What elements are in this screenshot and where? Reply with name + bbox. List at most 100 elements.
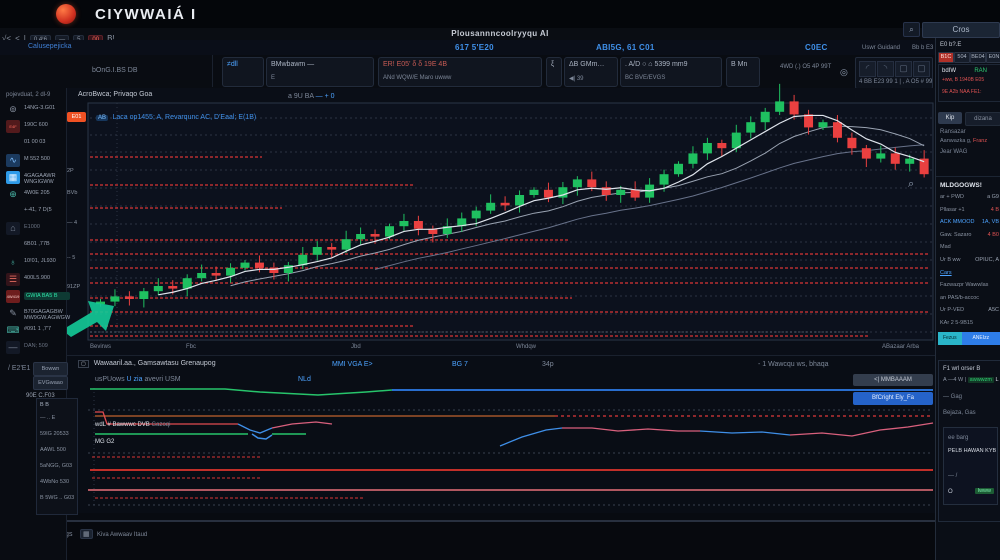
toolbar-group-6[interactable]: B Mn bbox=[726, 57, 760, 87]
rp-badge-1[interactable]: 504 bbox=[954, 52, 970, 63]
ob-l2: PELB HAWAN KYB bbox=[948, 448, 996, 454]
rp-row-label-1[interactable]: Pllasar +1 bbox=[940, 207, 965, 213]
rp-row-label-2[interactable]: ACK MMOOD bbox=[940, 219, 975, 225]
status-badge-icon[interactable]: ▦ bbox=[80, 529, 93, 539]
subpanel-row-5[interactable]: B 5WG .. G03 bbox=[40, 495, 76, 501]
search-icon[interactable]: ⌕ bbox=[903, 22, 920, 37]
sidebar-item-2[interactable]: 01 00 03 bbox=[0, 136, 66, 152]
sidebar-value-1: 190C 600 bbox=[24, 122, 66, 128]
progress-right: ANEIzz bbox=[962, 332, 1000, 345]
indicator-blue-badge[interactable]: BfCright Ely_Fa bbox=[853, 392, 933, 405]
tab-dizana[interactable]: dizana bbox=[965, 112, 1000, 126]
sidebar-icon-14: — bbox=[6, 341, 20, 354]
indicator-line2-label: MG G2 bbox=[95, 438, 114, 446]
sidebar-item-8[interactable]: 6B01 ,77B bbox=[0, 238, 66, 254]
indicator-param-2[interactable]: BG 7 bbox=[452, 360, 468, 369]
subpanel-row-1[interactable]: 59IG 20533 bbox=[40, 431, 76, 437]
quote-box[interactable]: bdIW RAN +ww, B 1940B E05 9E A2b NAA FE1… bbox=[938, 64, 1000, 102]
rp-badge-0[interactable]: B1C bbox=[938, 52, 954, 63]
toolbar-loose-items[interactable]: 4WD (.) O5 4P 99T bbox=[780, 63, 831, 71]
order-inner-box[interactable]: ee barg PELB HAWAN KYB — / O Iwww bbox=[943, 427, 998, 505]
indicator-sub-link[interactable]: NLd bbox=[298, 375, 311, 384]
sidebar-item-10[interactable]: ☰400L5.900 bbox=[0, 272, 66, 288]
sidebar-button-2[interactable]: EVGwaao bbox=[33, 376, 68, 390]
indicator-gray-badge[interactable]: <| MMBAAAM bbox=[853, 374, 933, 386]
ind-sub-b1[interactable]: U zia bbox=[127, 376, 143, 383]
sidebar-item-14[interactable]: —DAN; 509 bbox=[0, 340, 66, 356]
sidebar-item-7[interactable]: ⌂E1000 bbox=[0, 221, 66, 237]
rp-row-label-6[interactable]: Cars bbox=[940, 270, 952, 276]
order-row2: — Gag bbox=[943, 393, 962, 401]
thumbnail-3[interactable]: ▢ bbox=[913, 61, 930, 77]
toolbar-group-sub-1: E bbox=[271, 75, 275, 81]
x-axis-label-4: ABazaar Arba bbox=[882, 343, 919, 351]
toolbar-group-1[interactable]: BMwbawm —E bbox=[266, 57, 374, 87]
quote-line2: 9E A2b NAA FE1: bbox=[942, 89, 981, 95]
sidebar-item-9[interactable]: ♁10!01, JL930 bbox=[0, 255, 66, 271]
indicator-collapse-icon[interactable]: ▢ bbox=[78, 360, 89, 368]
rp-row-label-4[interactable]: Mad bbox=[940, 244, 951, 250]
sidebar-item-5[interactable]: ⊕4W0E 205 bbox=[0, 187, 66, 203]
ob-l3: — / bbox=[948, 472, 957, 480]
settings-icon[interactable]: ◎ bbox=[840, 67, 848, 78]
rp-row-label-7[interactable]: Fazwazpr Wawwlas bbox=[940, 282, 988, 288]
toolbar-group-3[interactable]: ξ bbox=[546, 57, 562, 87]
title-bar: CIYWWAIÁ I bbox=[0, 0, 1000, 29]
sidebar-item-3[interactable]: ∿M 552 500 bbox=[0, 153, 66, 169]
sidebar-item-11[interactable]: 4W419GWIA BA5 B bbox=[0, 289, 66, 305]
rp-mini-l2a: Aanwazka g, bbox=[940, 138, 972, 144]
toolbar-group-0[interactable]: ≠dll bbox=[222, 57, 264, 87]
user-guide-label[interactable]: Uswr Guidand bbox=[862, 44, 900, 52]
subpanel-row-2[interactable]: AAWL 500 bbox=[40, 447, 76, 453]
trading-platform-window: CIYWWAIÁ I √<<|0 4¦6—500B! Plousannncool… bbox=[0, 0, 1000, 560]
order-box: F1 wrl orser B A —4 W | awwwzm L — Gag B… bbox=[938, 360, 1000, 522]
sidebar-item-6[interactable]: +-41, 7 D(5 bbox=[0, 204, 66, 220]
sidebar-item-4[interactable]: ▦4GAGAAWR WNGIGWW bbox=[0, 170, 66, 186]
sidebar-icon-7: ⌂ bbox=[6, 222, 20, 235]
ob-confirm-button[interactable]: Iwww bbox=[975, 488, 994, 494]
rp-badge-2[interactable]: BE04 bbox=[970, 52, 986, 63]
subpanel-row-0[interactable]: — .. E bbox=[40, 415, 76, 421]
info-bar: Calusepejicka 617 5'E20 ABI5G, 61 C01 C0… bbox=[0, 40, 1000, 56]
toolbar-group-4[interactable]: ΔB GMm…◀| 39 bbox=[564, 57, 618, 87]
rp-badge-3[interactable]: E0N bbox=[986, 52, 1000, 63]
magnifier-icon[interactable]: ⌕ bbox=[908, 178, 914, 191]
sidebar-value-10: 400L5.900 bbox=[24, 275, 66, 281]
x-axis-label-1: Fbc bbox=[186, 343, 196, 351]
close-button[interactable]: Cros bbox=[922, 22, 1000, 38]
rp-row-label-8[interactable]: an PAS/b-accoc bbox=[940, 295, 979, 301]
toolbar-group-5[interactable]: . A/D ○ ⌂ 5399 mm9BC BVE/EVGS bbox=[620, 57, 722, 87]
order-header: F1 wrl orser B bbox=[943, 365, 980, 373]
thumbnail-0[interactable]: ◜ bbox=[859, 61, 876, 77]
chart-title-row: AB Laca op1455; A, Revarqunc AC, D'Eaal;… bbox=[96, 106, 256, 124]
rp-row-label-5[interactable]: Ur B ww bbox=[940, 257, 960, 263]
rp-row-label-3[interactable]: Gaw. Sazaro bbox=[940, 232, 972, 238]
chart-title: Laca op1455; A, Revarqunc AC, D'Eaal; E(… bbox=[112, 114, 256, 121]
sidebar-item-0[interactable]: ⊚14NG-3.G01 bbox=[0, 102, 66, 118]
sidebar-item-13[interactable]: ⌨#091 1 ,7'7 bbox=[0, 323, 66, 339]
subpanel-row-3[interactable]: 5aNGG, G03 bbox=[40, 463, 76, 469]
toolbar-group-2[interactable]: ER! E05' δ δ 19E 4BANd WQW/E Maro uwww bbox=[378, 57, 542, 87]
sidebar-item-12[interactable]: ✎B70GAGAGBW MW9GW.AGWGW bbox=[0, 306, 66, 322]
symbol-label[interactable]: Calusepejicka bbox=[28, 43, 72, 50]
sidebar-button-1[interactable]: Bowwn bbox=[33, 362, 68, 376]
toolbar-group-sub-5: BC BVE/EVGS bbox=[625, 75, 665, 81]
order-row1-gray: A —4 W | bbox=[943, 377, 966, 383]
toolbar-group-sub-2: ANd WQW/E Maro uwww bbox=[383, 75, 451, 81]
chart-panel-background bbox=[66, 88, 935, 355]
rp-row-label-9[interactable]: Ur P-VED bbox=[940, 307, 964, 313]
rp-row-label-10[interactable]: KAr 2 5-9B15 bbox=[940, 320, 973, 326]
subpanel-row-4[interactable]: 4WbNo 530 bbox=[40, 479, 76, 485]
tab-kip[interactable]: Kip bbox=[938, 112, 962, 124]
sidebar-icon-5: ⊕ bbox=[6, 188, 20, 201]
thumbnail-2[interactable]: ▢ bbox=[895, 61, 912, 77]
chart-style-thumbnails: 4 BB E23 99 1 | , A O5 # 99 ◜◝▢▢ bbox=[855, 57, 933, 89]
thumbnail-1[interactable]: ◝ bbox=[877, 61, 894, 77]
sidebar-item-1[interactable]: E4F190C 600 bbox=[0, 119, 66, 135]
indicator-subheader: usPUows U zia avevri USM bbox=[95, 375, 181, 384]
rp-row-label-0[interactable]: ar + PWD bbox=[940, 194, 964, 200]
indicator-param-1[interactable]: MMI VGA E> bbox=[332, 360, 373, 369]
chart-header-mid-blue[interactable]: — + 0 bbox=[316, 93, 335, 100]
ind-sub-g2: avevri USM bbox=[144, 376, 180, 383]
x-axis-label-3: Whdqw bbox=[516, 343, 536, 351]
